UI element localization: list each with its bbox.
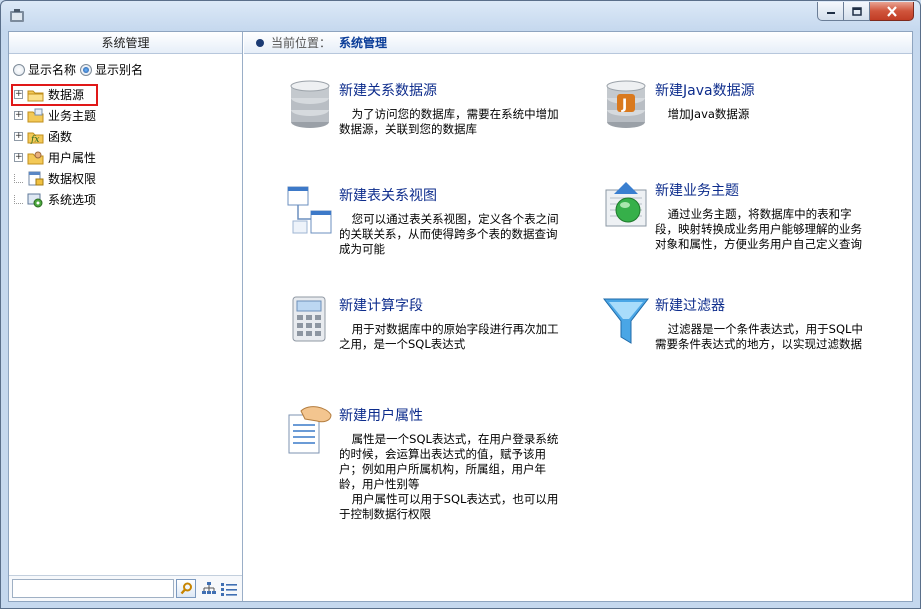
tree-item-user-property[interactable]: + 用户属性 [13,147,239,168]
database-icon[interactable] [287,80,333,132]
card-title[interactable]: 新建业务主题 [655,180,739,200]
show-alias-label[interactable]: 显示别名 [95,61,143,78]
business-topic-icon[interactable] [603,180,649,232]
card-description: 增加Java数据源 [655,107,875,122]
tree-item-label: 业务主题 [48,109,97,123]
filter-icon[interactable] [603,295,649,347]
list-view-icon[interactable] [220,581,238,597]
card-title[interactable]: 新建表关系视图 [339,185,437,205]
main-content: 当前位置： 系统管理 新建关系数据源 为了访问您的数据库，需要在系统中增加数据源… [244,32,912,601]
data-permission-icon [28,171,44,185]
expand-icon[interactable]: + [14,111,23,120]
svg-text:fx: fx [30,135,39,145]
tree-line [14,174,23,183]
tree-item-label: 系统选项 [48,193,97,207]
card-description-text: 增加Java数据源 [667,107,750,121]
card-description: 通过业务主题，将数据库中的表和字段，映射转换成业务用户能够理解的业务对象和属性，… [655,207,873,252]
user-property-icon [27,151,44,164]
system-tree: + 数据源 + 业务主题 + fx 函数 + 用户属性 数据权限 系统选项 [11,84,239,210]
minimize-icon [826,12,835,14]
expand-icon[interactable]: + [14,132,23,141]
table-relation-icon[interactable] [287,185,333,237]
calculator-icon[interactable] [287,295,333,347]
selection-highlight [11,84,98,106]
card-description: 过滤器是一个条件表达式，用于SQL中需要条件表达式的地方，以实现过滤数据 [655,322,873,352]
show-name-label[interactable]: 显示名称 [28,61,76,78]
card-new-java-datasource: J 新建Java数据源 增加Java数据源 [603,80,893,150]
breadcrumb-current: 系统管理 [339,36,388,50]
panel-footer [9,575,242,601]
card-title[interactable]: 新建用户属性 [339,405,423,425]
maximize-icon [851,6,862,16]
card-description: 属性是一个SQL表达式，在用户登录系统的时候，会运算出表达式的值，赋予该用户；例… [339,432,559,522]
card-title[interactable]: 新建Java数据源 [655,80,755,100]
card-new-calculated-field: 新建计算字段 用于对数据库中的原始字段进行再次加工之用，是一个SQL表达式 [287,295,577,375]
search-input[interactable] [12,579,174,598]
card-new-table-relation-view: 新建表关系视图 您可以通过表关系视图，定义各个表之间的关联关系，从而使得跨多个表… [287,185,577,265]
card-new-filter: 新建过滤器 过滤器是一个条件表达式，用于SQL中需要条件表达式的地方，以实现过滤… [603,295,903,375]
title-bar [1,1,920,31]
svg-text:J: J [621,97,627,113]
client-area: 系统管理 显示名称 显示别名 + 数据源 + 业务主题 + fx 函数 + 用户… [8,31,913,602]
card-description: 您可以通过表关系视图，定义各个表之间的关联关系，从而使得跨多个表的数据查询成为可… [339,212,559,257]
card-title[interactable]: 新建计算字段 [339,295,423,315]
breadcrumb: 当前位置： 系统管理 [244,32,912,54]
card-title[interactable]: 新建关系数据源 [339,80,437,100]
search-button[interactable] [176,579,196,598]
show-name-radio[interactable] [13,63,25,76]
app-icon [10,9,24,22]
card-new-user-property: 新建用户属性 属性是一个SQL表达式，在用户登录系统的时候，会运算出表达式的值，… [287,405,577,545]
card-description-text: 为了访问您的数据库，需要在系统中增加数据源，关联到您的数据库 [339,107,559,136]
card-new-relational-datasource: 新建关系数据源 为了访问您的数据库，需要在系统中增加数据源，关联到您的数据库 [287,80,577,150]
expand-icon[interactable]: + [14,153,23,162]
tree-item-business-topic[interactable]: + 业务主题 [13,105,239,126]
card-title[interactable]: 新建过滤器 [655,295,725,315]
tree-view-icon[interactable] [201,581,217,597]
card-description-text: 属性是一个SQL表达式，在用户登录系统的时候，会运算出表达式的值，赋予该用户；例… [339,432,559,491]
user-property-icon[interactable] [287,405,333,457]
card-description-text: 您可以通过表关系视图，定义各个表之间的关联关系，从而使得跨多个表的数据查询成为可… [339,212,559,256]
close-icon [886,5,897,17]
close-button[interactable] [870,2,914,21]
card-description-text: 用户属性可以用于SQL表达式，也可以用于控制数据行权限 [339,492,559,521]
display-mode-radios: 显示名称 显示别名 [13,61,147,78]
tree-item-label: 数据权限 [48,172,97,186]
business-topic-icon [27,108,44,122]
tree-item-data-source[interactable]: + 数据源 [11,84,239,106]
tree-line [14,195,23,204]
card-new-business-topic: 新建业务主题 通过业务主题，将数据库中的表和字段，映射转换成业务用户能够理解的业… [603,180,903,260]
bullet-icon [256,38,264,47]
maximize-button[interactable] [844,2,870,21]
card-description-text: 用于对数据库中的原始字段进行再次加工之用，是一个SQL表达式 [339,322,559,351]
system-options-icon [27,193,43,207]
card-description: 为了访问您的数据库，需要在系统中增加数据源，关联到您的数据库 [339,107,559,137]
tree-item-label: 函数 [48,130,73,144]
panel-title: 系统管理 [9,32,242,54]
card-description-text: 通过业务主题，将数据库中的表和字段，映射转换成业务用户能够理解的业务对象和属性，… [655,207,862,251]
show-alias-radio[interactable] [80,63,93,76]
function-icon: fx [27,132,44,145]
main-window: 系统管理 显示名称 显示别名 + 数据源 + 业务主题 + fx 函数 + 用户… [0,0,921,609]
tree-item-system-options[interactable]: 系统选项 [13,189,239,210]
java-database-icon[interactable]: J [603,80,649,132]
tree-item-data-permission[interactable]: 数据权限 [13,168,239,189]
system-management-panel: 系统管理 显示名称 显示别名 + 数据源 + 业务主题 + fx 函数 + 用户… [9,32,243,601]
tree-item-label: 用户属性 [48,151,97,165]
breadcrumb-label: 当前位置： [271,36,332,50]
card-description-text: 过滤器是一个条件表达式，用于SQL中需要条件表达式的地方，以实现过滤数据 [655,322,863,351]
minimize-button[interactable] [817,2,844,21]
search-icon [180,582,192,595]
card-description: 用于对数据库中的原始字段进行再次加工之用，是一个SQL表达式 [339,322,559,352]
tree-item-function[interactable]: + fx 函数 [13,126,239,147]
